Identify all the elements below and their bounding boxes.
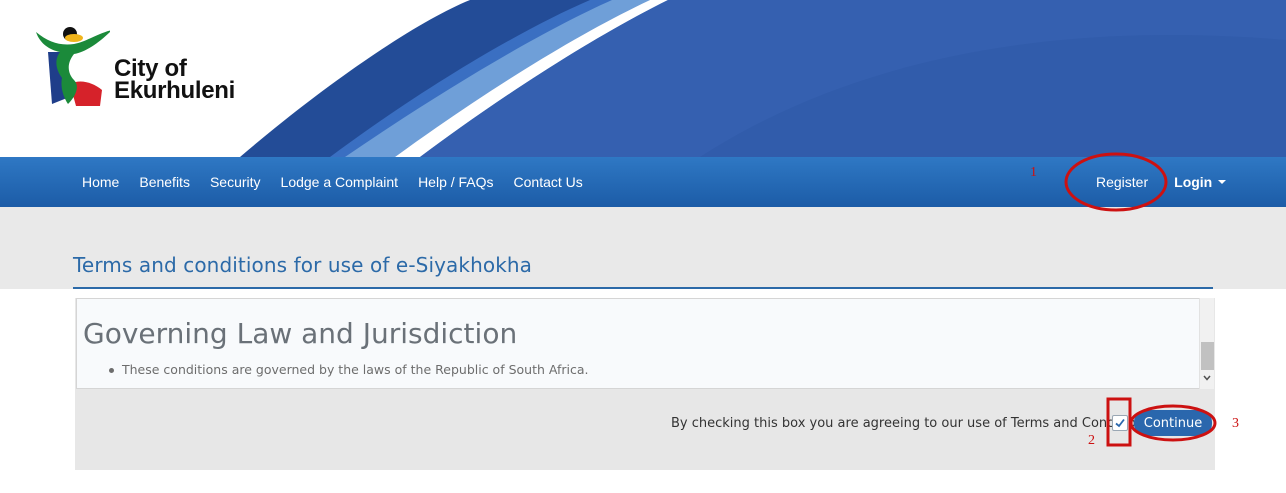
nav-account: Register Login	[1080, 157, 1236, 207]
annotation-step-3: 3	[1232, 416, 1239, 431]
city-logo[interactable]: City of Ekurhuleni	[30, 24, 260, 114]
chevron-down-icon[interactable]	[1203, 374, 1211, 382]
nav-lodge-complaint[interactable]: Lodge a Complaint	[271, 174, 409, 190]
main-navbar: Home Benefits Security Lodge a Complaint…	[0, 157, 1286, 207]
terms-bullet-text: These conditions are governed by the law…	[122, 362, 589, 377]
caret-down-icon	[1218, 180, 1227, 184]
site-header: City of Ekurhuleni	[0, 0, 1286, 157]
nav-links: Home Benefits Security Lodge a Complaint…	[72, 157, 593, 207]
city-logo-text: City of Ekurhuleni	[114, 57, 236, 104]
bullet-icon	[109, 368, 114, 373]
nav-help-faqs[interactable]: Help / FAQs	[408, 174, 503, 190]
nav-contact-us[interactable]: Contact Us	[504, 174, 593, 190]
logo-line-2: Ekurhuleni	[114, 77, 236, 104]
annotation-step-2: 2	[1088, 433, 1095, 448]
login-label: Login	[1174, 174, 1213, 190]
title-divider	[73, 287, 1213, 289]
annotation-step-1: 1	[1030, 165, 1037, 180]
checkmark-icon	[1115, 418, 1125, 428]
nav-security[interactable]: Security	[200, 174, 271, 190]
scrollbar-thumb[interactable]	[1201, 342, 1214, 370]
nav-benefits[interactable]: Benefits	[129, 174, 200, 190]
continue-button[interactable]: Continue	[1134, 410, 1212, 436]
nav-home[interactable]: Home	[72, 174, 129, 190]
terms-section-heading: Governing Law and Jurisdiction	[83, 317, 518, 350]
terms-scroll-box[interactable]: Governing Law and Jurisdiction These con…	[76, 298, 1214, 389]
register-link[interactable]: Register	[1080, 174, 1164, 190]
agreement-text: By checking this box you are agreeing to…	[671, 416, 1151, 431]
login-dropdown[interactable]: Login	[1164, 174, 1236, 190]
page-title: Terms and conditions for use of e-Siyakh…	[73, 253, 533, 277]
city-logo-emblem	[36, 27, 112, 106]
agree-checkbox[interactable]	[1112, 415, 1128, 431]
terms-bullet-item: These conditions are governed by the law…	[109, 362, 589, 377]
terms-scrollbar[interactable]	[1199, 298, 1214, 389]
